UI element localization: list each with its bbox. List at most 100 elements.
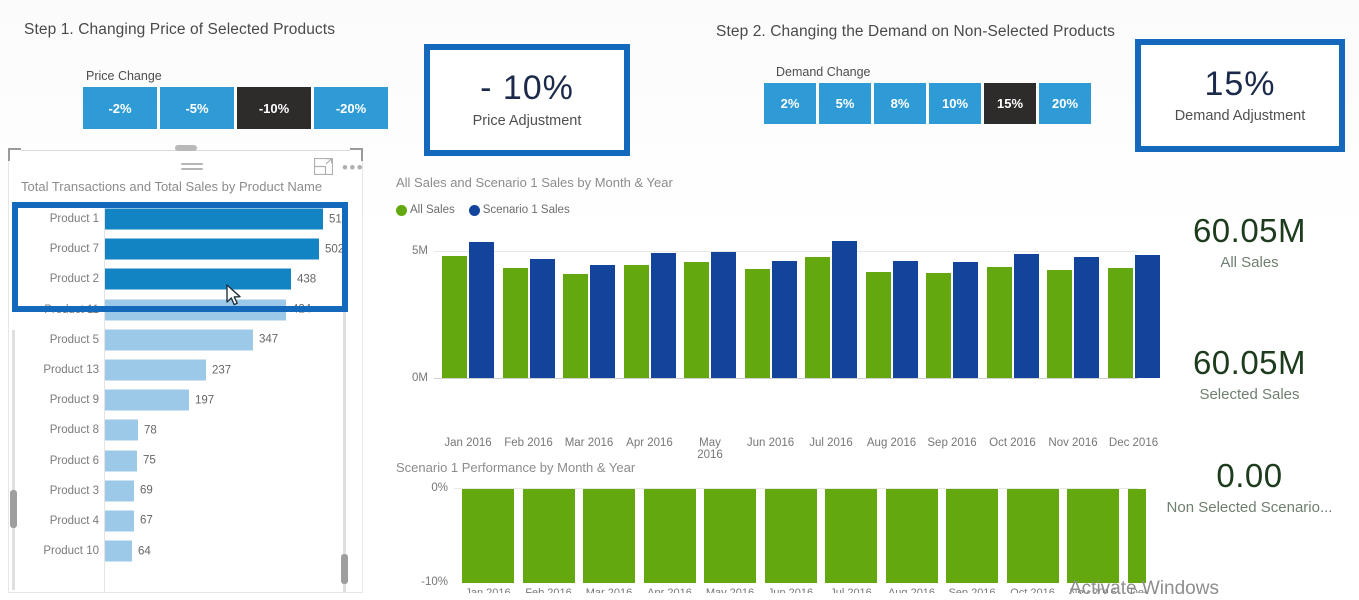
table-row[interactable]: Product 4 67 <box>21 506 350 536</box>
demand-change-option-5[interactable]: 20% <box>1039 83 1091 124</box>
column-bar[interactable] <box>469 242 494 378</box>
price-change-option-3[interactable]: -20% <box>314 87 388 129</box>
demand-adjustment-card[interactable]: 15% Demand Adjustment <box>1135 39 1345 152</box>
bar-fill[interactable] <box>105 480 134 502</box>
column-group[interactable] <box>926 262 978 378</box>
all-sales-kpi-card[interactable]: 60.05M All Sales <box>1140 212 1359 271</box>
bar-chart-scrollbar-right[interactable] <box>341 308 348 592</box>
legend-item-0[interactable]: All Sales <box>396 204 455 216</box>
column-group[interactable] <box>1047 257 1099 378</box>
demand-change-slicer-options[interactable]: 2% 5% 8% 10% 15% 20% <box>764 83 1091 124</box>
column-group[interactable] <box>563 265 615 378</box>
bar-fill[interactable] <box>105 450 137 472</box>
filter-hamburger-icon[interactable] <box>181 163 203 172</box>
all-sales-scenario-column-chart[interactable]: All Sales and Scenario 1 Sales by Month … <box>394 175 1160 461</box>
column-bar[interactable] <box>502 268 528 378</box>
column-group[interactable] <box>684 252 736 378</box>
price-change-slicer[interactable]: Price Change -2% -5% -10% -20% <box>83 69 388 129</box>
bar-fill[interactable] <box>105 419 138 441</box>
demand-change-option-2[interactable]: 8% <box>874 83 926 124</box>
column-bar[interactable] <box>684 262 709 378</box>
performance-bar[interactable] <box>462 489 514 583</box>
bar-fill[interactable] <box>105 540 132 562</box>
price-change-slicer-options[interactable]: -2% -5% -10% -20% <box>83 87 388 129</box>
column-bar[interactable] <box>805 257 830 378</box>
table-row[interactable]: Product 3 69 <box>21 476 350 506</box>
performance-bar[interactable] <box>946 489 998 583</box>
column-bar[interactable] <box>711 252 736 378</box>
column-bar[interactable] <box>1047 270 1072 378</box>
performance-bar[interactable] <box>704 489 756 583</box>
column-bar[interactable] <box>892 261 918 378</box>
demand-change-slicer[interactable]: Demand Change 2% 5% 8% 10% 15% 20% <box>764 65 1091 124</box>
column-chart-legend[interactable]: All Sales Scenario 1 Sales <box>396 204 570 216</box>
performance-bar[interactable] <box>522 489 575 583</box>
table-row[interactable]: Product 6 75 <box>21 446 350 476</box>
more-options-icon[interactable]: ••• <box>342 159 362 176</box>
column-bar[interactable] <box>926 273 951 378</box>
table-row[interactable]: Product 5 347 <box>21 325 350 355</box>
column-bar[interactable] <box>986 267 1012 378</box>
bar-fill[interactable] <box>105 299 286 321</box>
focus-mode-icon[interactable] <box>313 157 334 176</box>
column-group[interactable] <box>442 242 494 378</box>
table-row[interactable]: Product 1 512 <box>21 204 350 234</box>
table-row[interactable]: Product 10 64 <box>21 536 350 566</box>
product-bar-chart-visual[interactable]: ••• Total Transactions and Total Sales b… <box>8 148 363 593</box>
demand-change-option-4[interactable]: 15% <box>984 83 1036 124</box>
performance-bar[interactable] <box>825 489 877 583</box>
column-group[interactable] <box>805 241 857 378</box>
column-bar[interactable] <box>442 256 467 378</box>
non-selected-scenario-kpi-card[interactable]: 0.00 Non Selected Scenario... <box>1140 457 1359 516</box>
column-group[interactable] <box>865 261 918 378</box>
column-bar[interactable] <box>1107 268 1133 378</box>
column-bar[interactable] <box>953 262 978 378</box>
price-change-option-2[interactable]: -10% <box>237 87 311 129</box>
column-bar[interactable] <box>1013 254 1039 378</box>
bar-fill[interactable] <box>105 329 253 351</box>
price-change-option-1[interactable]: -5% <box>160 87 234 129</box>
column-bar[interactable] <box>771 261 797 378</box>
bar-fill[interactable] <box>105 238 319 260</box>
price-adjustment-card[interactable]: - 10% Price Adjustment <box>424 44 630 156</box>
column-group[interactable] <box>986 254 1039 378</box>
table-row[interactable]: Product 9 197 <box>21 385 350 415</box>
bar-fill[interactable] <box>105 208 323 230</box>
table-row[interactable]: Product 13 237 <box>21 355 350 385</box>
performance-bar[interactable] <box>764 489 817 583</box>
column-bar[interactable] <box>590 265 615 378</box>
performance-bar[interactable] <box>1006 489 1059 583</box>
column-bar[interactable] <box>832 241 857 378</box>
performance-bar[interactable] <box>583 489 635 583</box>
column-group[interactable] <box>502 259 555 378</box>
column-bar[interactable] <box>865 272 891 378</box>
performance-bar[interactable] <box>885 489 938 583</box>
selected-sales-kpi-card[interactable]: 60.05M Selected Sales <box>1140 344 1359 403</box>
column-bar[interactable] <box>563 274 588 378</box>
demand-change-option-0[interactable]: 2% <box>764 83 816 124</box>
column-group[interactable] <box>744 261 797 378</box>
demand-change-option-1[interactable]: 5% <box>819 83 871 124</box>
column-bar[interactable] <box>744 269 770 378</box>
performance-bar[interactable] <box>643 489 696 583</box>
column-group[interactable] <box>623 253 676 378</box>
bar-fill[interactable] <box>105 510 134 532</box>
visual-header[interactable]: ••• <box>9 154 362 180</box>
column-bar[interactable] <box>623 265 649 378</box>
scenario-performance-chart[interactable]: Scenario 1 Performance by Month & Year 0… <box>394 460 1146 593</box>
bar-fill[interactable] <box>105 268 291 290</box>
column-bar[interactable] <box>650 253 676 378</box>
table-row[interactable]: Product 8 78 <box>21 415 350 445</box>
column-bar[interactable] <box>1074 257 1099 378</box>
price-change-option-0[interactable]: -2% <box>83 87 157 129</box>
legend-item-1[interactable]: Scenario 1 Sales <box>468 204 570 216</box>
bar-fill[interactable] <box>105 389 189 411</box>
column-bar[interactable] <box>529 259 555 378</box>
demand-change-option-3[interactable]: 10% <box>929 83 981 124</box>
table-row[interactable]: Product 2 438 <box>21 264 350 294</box>
performance-bar[interactable] <box>1067 489 1119 583</box>
table-row[interactable]: Product 7 502 <box>21 234 350 264</box>
table-row[interactable]: Product 11 424 <box>21 295 350 325</box>
bar-chart-scrollbar-left[interactable] <box>10 330 17 590</box>
bar-fill[interactable] <box>105 359 206 381</box>
